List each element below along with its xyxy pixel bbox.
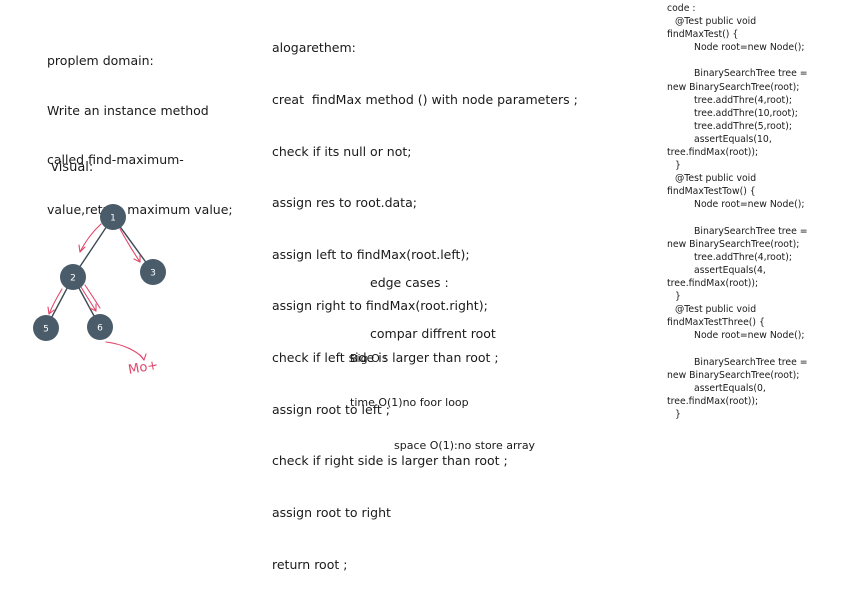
tree-node: 5: [33, 315, 59, 341]
code-line: assertEquals(10,: [694, 133, 772, 145]
code-line: }: [675, 160, 681, 172]
code-line: tree.addThre(4,root);: [694, 251, 792, 263]
code-line: new BinarySearchTree(root);: [667, 369, 800, 381]
algorithm-step: return root ;: [272, 556, 348, 572]
big-o: Big O : time O(1)no foor loop space O(1)…: [350, 323, 535, 468]
max-annotation: Mo+: [127, 358, 159, 378]
code-line: @Test public void: [675, 16, 757, 28]
code-title: code :: [667, 3, 696, 14]
algorithm-step: creat findMax method () with node parame…: [272, 92, 578, 108]
tree-node-label: 6: [97, 324, 103, 334]
tree-node-label: 3: [150, 269, 156, 279]
code-line: BinarySearchTree tree =: [694, 356, 808, 368]
tree-node-label: 2: [70, 274, 76, 284]
algorithm-title: alogarethem:: [272, 40, 356, 56]
code-line: tree.findMax(root));: [667, 277, 759, 289]
code-line: tree.findMax(root));: [667, 147, 759, 159]
big-o-space: space O(1):no store array: [394, 439, 536, 452]
code-line: assertEquals(4,: [694, 264, 766, 276]
code-line: tree.addThre(4,root);: [694, 94, 792, 106]
code-line: Node root=new Node();: [694, 199, 805, 211]
code-line: assertEquals(0,: [694, 382, 766, 394]
code-line: Node root=new Node();: [694, 330, 805, 342]
code-line: BinarySearchTree tree =: [694, 68, 808, 80]
tree-node-label: 5: [43, 325, 49, 335]
tree-node: 2: [60, 264, 86, 290]
code-line: tree.findMax(root));: [667, 395, 759, 407]
arrow-root-to-right: [119, 228, 141, 263]
code-line: new BinarySearchTree(root);: [667, 238, 800, 250]
algorithm-step: assign root to right: [272, 504, 391, 520]
code-line: @Test public void: [675, 304, 757, 316]
tree-node: 3: [140, 259, 166, 285]
tree-node-label: 1: [110, 214, 116, 224]
code-line: tree.addThre(10,root);: [694, 107, 798, 119]
code-line: findMaxTestTow() {: [667, 186, 756, 198]
code-line: Node root=new Node();: [694, 42, 805, 54]
code-line: @Test public void: [675, 173, 757, 185]
code-line: tree.addThre(5,root);: [694, 120, 792, 132]
big-o-title: Big O :: [350, 352, 387, 365]
code-line: findMaxTestThree() {: [667, 317, 765, 329]
edge-cases-title: edge cases :: [370, 275, 449, 290]
code-line: }: [675, 408, 681, 420]
code-line: findMaxTest() {: [667, 29, 739, 41]
code-block: code : @Test public void findMaxTest() {No…: [667, 2, 808, 421]
arrow-root-to-left: [79, 223, 102, 253]
code-line: BinarySearchTree tree =: [694, 225, 808, 237]
arrow-leaf6-to-max: [105, 341, 145, 361]
arrow-head: [133, 254, 141, 263]
code-line: }: [675, 291, 681, 303]
algorithm-step: assign res to root.data;: [272, 195, 417, 211]
big-o-time: time O(1)no foor loop: [350, 395, 469, 409]
algorithm-step: check if its null or not;: [272, 143, 412, 159]
tree-node: 1: [100, 204, 126, 230]
code-line: new BinarySearchTree(root);: [667, 81, 800, 93]
tree-node: 6: [87, 314, 113, 340]
